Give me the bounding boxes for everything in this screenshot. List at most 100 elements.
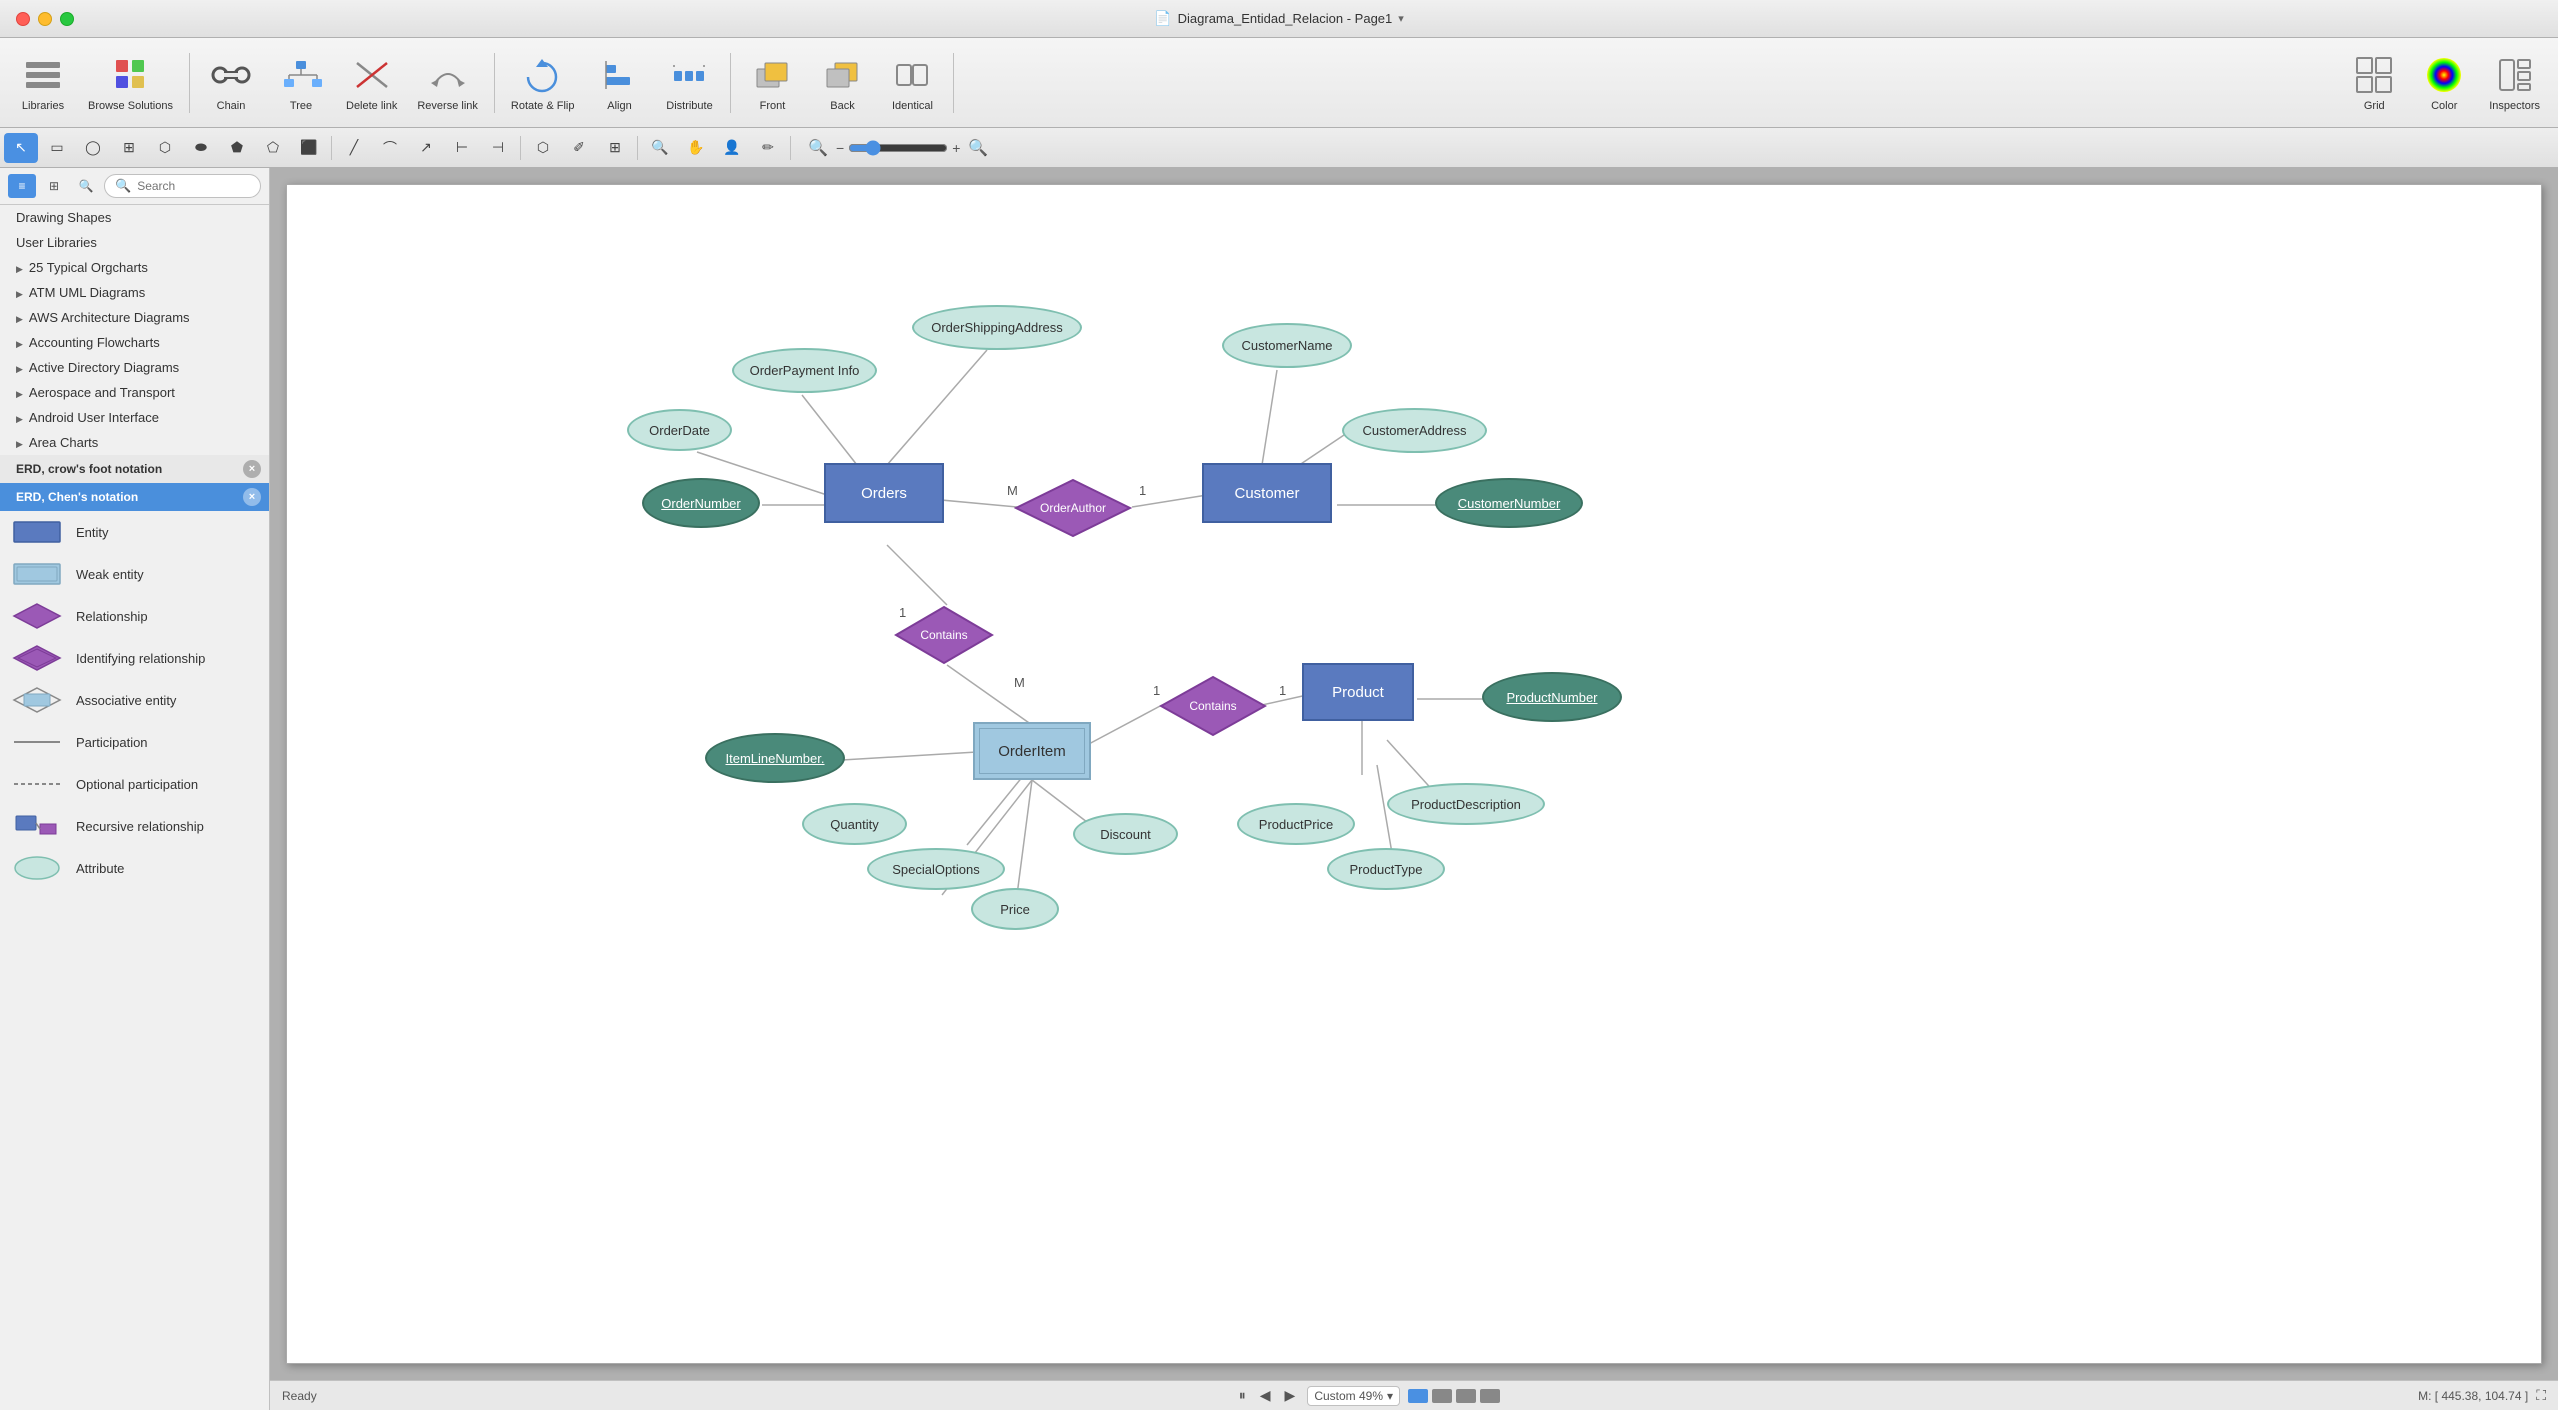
entity-product[interactable]: Product	[1302, 663, 1414, 721]
grid-button[interactable]: Grid	[2339, 48, 2409, 118]
shape-relationship[interactable]: Relationship	[0, 595, 269, 637]
zoom-select[interactable]: Custom 49% ▾	[1307, 1386, 1400, 1406]
polygon-tool[interactable]: ⬡	[526, 133, 560, 163]
orgcharts-section[interactable]: 25 Typical Orgcharts	[0, 255, 269, 280]
page-view-2[interactable]	[1432, 1389, 1452, 1403]
freehand-tool[interactable]: ✐	[562, 133, 596, 163]
accounting-section[interactable]: Accounting Flowcharts	[0, 330, 269, 355]
zoom-in-btn[interactable]: 🔍	[964, 137, 992, 159]
shape-participation[interactable]: Participation	[0, 721, 269, 763]
page-view-4[interactable]	[1480, 1389, 1500, 1403]
shape-tool-5[interactable]: ⬛	[292, 133, 326, 163]
attr-product-desc[interactable]: ProductDescription	[1387, 783, 1545, 825]
android-section[interactable]: Android User Interface	[0, 405, 269, 430]
attr-product-number[interactable]: ProductNumber	[1482, 672, 1622, 722]
area-charts-section[interactable]: Area Charts	[0, 430, 269, 455]
page-view-3[interactable]	[1456, 1389, 1476, 1403]
rel-order-author[interactable]: OrderAuthor	[1014, 478, 1132, 538]
attr-item-line[interactable]: ItemLineNumber.	[705, 733, 845, 783]
libraries-button[interactable]: Libraries	[8, 48, 78, 118]
distribute-button[interactable]: Distribute	[654, 48, 724, 118]
shape-recursive[interactable]: Recursive relationship	[0, 805, 269, 847]
shape-attribute[interactable]: Attribute	[0, 847, 269, 889]
tree-button[interactable]: Tree	[266, 48, 336, 118]
drawing-shapes-section[interactable]: Drawing Shapes	[0, 205, 269, 230]
next-page-button[interactable]: ▶	[1281, 1387, 1300, 1404]
attr-product-type[interactable]: ProductType	[1327, 848, 1445, 890]
attr-customer-name[interactable]: CustomerName	[1222, 323, 1352, 368]
shape-tool-4[interactable]: ⬠	[256, 133, 290, 163]
attr-order-payment[interactable]: OrderPayment Info	[732, 348, 877, 393]
select-tool[interactable]: ↖	[4, 133, 38, 163]
shape-assoc-entity[interactable]: Associative entity	[0, 679, 269, 721]
shape-weak-entity[interactable]: Weak entity	[0, 553, 269, 595]
pause-button[interactable]: ⏸	[1235, 1387, 1250, 1404]
pencil-tool[interactable]: ✏	[751, 133, 785, 163]
pan-tool[interactable]: ✋	[679, 133, 713, 163]
attr-special-options[interactable]: SpecialOptions	[867, 848, 1005, 890]
attr-product-price[interactable]: ProductPrice	[1237, 803, 1355, 845]
shape-tool-2[interactable]: ⬬	[184, 133, 218, 163]
zoom-out-tool[interactable]: 🔍	[643, 133, 677, 163]
browse-solutions-button[interactable]: Browse Solutions	[78, 48, 183, 118]
ellipse-tool[interactable]: ◯	[76, 133, 110, 163]
link-tool[interactable]: ⊣	[481, 133, 515, 163]
atm-uml-section[interactable]: ATM UML Diagrams	[0, 280, 269, 305]
user-tool[interactable]: 👤	[715, 133, 749, 163]
erd-crows-group[interactable]: ERD, crow's foot notation ×	[0, 455, 269, 483]
back-button[interactable]: Back	[807, 48, 877, 118]
shape-tool-3[interactable]: ⬟	[220, 133, 254, 163]
search-icon[interactable]: 🔍	[72, 174, 100, 198]
inspectors-button[interactable]: Inspectors	[2479, 48, 2550, 118]
close-button[interactable]	[16, 12, 30, 26]
zoom-out-btn[interactable]: 🔍	[804, 137, 832, 159]
attr-price[interactable]: Price	[971, 888, 1059, 930]
shape-opt-participation[interactable]: Optional participation	[0, 763, 269, 805]
shape-tool-1[interactable]: ⬡	[148, 133, 182, 163]
crop-tool[interactable]: ⊞	[598, 133, 632, 163]
grid-view-icon[interactable]: ⊞	[40, 174, 68, 198]
search-input[interactable]	[137, 179, 250, 193]
list-view-icon[interactable]: ≡	[8, 174, 36, 198]
active-directory-section[interactable]: Active Directory Diagrams	[0, 355, 269, 380]
erd-chen-group[interactable]: ERD, Chen's notation ×	[0, 483, 269, 511]
shape-entity[interactable]: Entity	[0, 511, 269, 553]
aerospace-section[interactable]: Aerospace and Transport	[0, 380, 269, 405]
rel-contains-1[interactable]: Contains	[894, 605, 994, 665]
dropdown-arrow-icon[interactable]: ▾	[1398, 12, 1404, 25]
identical-button[interactable]: Identical	[877, 48, 947, 118]
entity-orders[interactable]: Orders	[824, 463, 944, 523]
zoom-slider[interactable]	[848, 140, 948, 156]
reverse-link-button[interactable]: Reverse link	[407, 48, 488, 118]
diagram-canvas[interactable]: M 1 1 M 1 1 OrderShippingAddress OrderPa…	[286, 184, 2542, 1364]
entity-customer[interactable]: Customer	[1202, 463, 1332, 523]
table-tool[interactable]: ⊞	[112, 133, 146, 163]
maximize-button[interactable]	[60, 12, 74, 26]
attr-order-date[interactable]: OrderDate	[627, 409, 732, 451]
minimize-button[interactable]	[38, 12, 52, 26]
chain-button[interactable]: Chain	[196, 48, 266, 118]
attr-order-shipping[interactable]: OrderShippingAddress	[912, 305, 1082, 350]
fullscreen-icon[interactable]: ⛶	[2536, 1387, 2546, 1404]
rect-tool[interactable]: ▭	[40, 133, 74, 163]
connector-tool[interactable]: ⊢	[445, 133, 479, 163]
erd-crows-close[interactable]: ×	[243, 460, 261, 478]
erd-chen-close[interactable]: ×	[243, 488, 261, 506]
rotate-flip-button[interactable]: Rotate & Flip	[501, 48, 585, 118]
attr-customer-number[interactable]: CustomerNumber	[1435, 478, 1583, 528]
attr-order-number[interactable]: OrderNumber	[642, 478, 760, 528]
attr-quantity[interactable]: Quantity	[802, 803, 907, 845]
page-view-1[interactable]	[1408, 1389, 1428, 1403]
attr-customer-address[interactable]: CustomerAddress	[1342, 408, 1487, 453]
front-button[interactable]: Front	[737, 48, 807, 118]
align-button[interactable]: Align	[584, 48, 654, 118]
aws-section[interactable]: AWS Architecture Diagrams	[0, 305, 269, 330]
color-button[interactable]: Color	[2409, 48, 2479, 118]
prev-page-button[interactable]: ◀	[1256, 1387, 1275, 1404]
line-tool[interactable]: ╱	[337, 133, 371, 163]
attr-discount[interactable]: Discount	[1073, 813, 1178, 855]
rel-contains-2[interactable]: Contains	[1159, 675, 1267, 737]
arrow-tool[interactable]: ↗	[409, 133, 443, 163]
curve-tool[interactable]: ⌒	[373, 133, 407, 163]
entity-order-item[interactable]: OrderItem	[973, 722, 1091, 780]
